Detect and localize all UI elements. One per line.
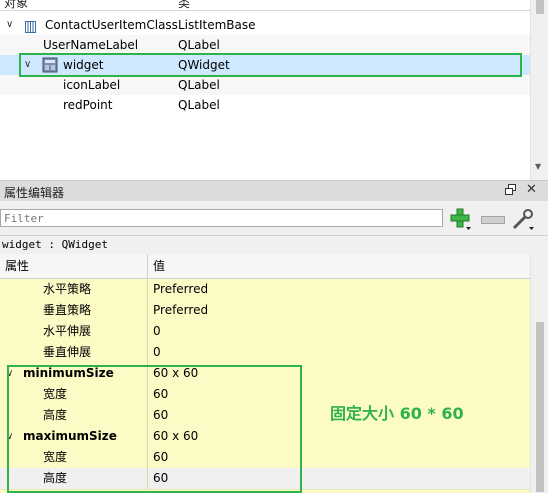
column-divider xyxy=(147,321,148,342)
add-property-icon[interactable] xyxy=(450,208,472,230)
property-name: 垂直策略 xyxy=(43,303,92,317)
configure-wrench-icon[interactable] xyxy=(511,207,535,231)
scroll-down-arrow-icon[interactable]: ▼ xyxy=(535,162,541,171)
tree-row-name: iconLabel xyxy=(63,78,121,92)
tree-row-class: QLabel xyxy=(178,98,220,112)
column-divider xyxy=(147,279,148,300)
property-row[interactable]: 垂直伸展 0 xyxy=(0,342,530,364)
column-property-header[interactable]: 属性 xyxy=(5,254,29,278)
property-editor-titlebar: 属性编辑器 ✕ xyxy=(0,180,548,201)
tree-row-redpoint[interactable]: redPoint QLabel xyxy=(0,95,530,115)
tree-row-name: redPoint xyxy=(63,98,113,112)
column-divider xyxy=(147,342,148,363)
property-value[interactable]: Preferred xyxy=(153,279,208,300)
property-row[interactable]: 水平策略 Preferred xyxy=(0,279,530,301)
property-name: 垂直伸展 xyxy=(43,345,92,359)
property-table-header: 属性 值 xyxy=(0,254,530,279)
property-name: 水平策略 xyxy=(43,282,92,296)
current-object-class-text: widget : QWidget xyxy=(2,238,108,251)
filter-input[interactable]: Filter xyxy=(0,209,443,227)
column-object-header[interactable]: 对象 xyxy=(4,0,28,11)
tree-row-name: ContactUserItemClass xyxy=(45,18,178,32)
tree-row-name: UserNameLabel xyxy=(43,38,139,52)
property-name: 水平伸展 xyxy=(43,324,92,338)
object-inspector: 对象 类 ∨ ContactUserItemClass ListItemBase… xyxy=(0,0,548,180)
object-tree-scrollbar[interactable]: ▼ xyxy=(530,0,548,180)
widget-highlight-box xyxy=(19,53,522,77)
tree-row-iconlabel[interactable]: iconLabel QLabel xyxy=(0,75,530,95)
property-value[interactable]: 0 xyxy=(153,321,161,342)
tree-row-contactuseritemclass[interactable]: ∨ ContactUserItemClass ListItemBase xyxy=(0,15,530,35)
close-panel-icon[interactable]: ✕ xyxy=(526,182,537,197)
scrollbar-thumb[interactable] xyxy=(536,0,544,14)
current-object-class-line: widget : QWidget xyxy=(0,235,548,255)
tree-row-class: QLabel xyxy=(178,38,220,52)
remove-property-icon[interactable] xyxy=(481,216,505,224)
column-value-header[interactable]: 值 xyxy=(153,254,165,278)
tree-row-usernamelabel[interactable]: UserNameLabel QLabel xyxy=(0,35,530,55)
property-value[interactable]: 0 xyxy=(153,342,161,363)
form-class-icon xyxy=(25,19,36,33)
expand-chevron-icon[interactable]: ∨ xyxy=(6,15,13,35)
float-panel-icon[interactable] xyxy=(505,184,516,195)
header-divider xyxy=(147,254,148,278)
tree-row-class: QLabel xyxy=(178,78,220,92)
tree-row-class: ListItemBase xyxy=(178,18,256,32)
property-table-scrollbar[interactable] xyxy=(530,254,548,493)
size-annotation: 固定大小 60 * 60 xyxy=(330,404,464,423)
property-row[interactable]: 垂直策略 Preferred xyxy=(0,300,530,322)
property-value[interactable]: Preferred xyxy=(153,300,208,321)
object-tree-header: 对象 类 xyxy=(0,0,530,11)
size-highlight-box xyxy=(7,365,302,493)
property-editor-title: 属性编辑器 xyxy=(4,186,65,200)
column-class-header[interactable]: 类 xyxy=(178,0,190,11)
filter-toolbar: Filter xyxy=(0,201,548,235)
property-row[interactable]: 水平伸展 0 xyxy=(0,321,530,343)
column-divider xyxy=(147,300,148,321)
scrollbar-thumb[interactable] xyxy=(536,322,544,492)
